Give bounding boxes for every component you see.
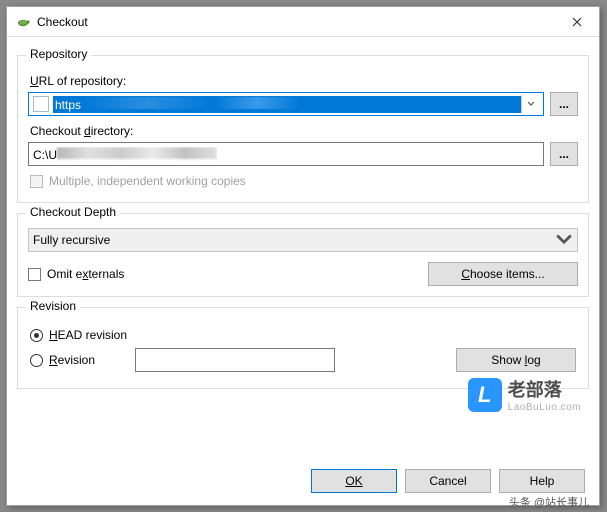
directory-textbox[interactable]: C:\U [28, 142, 544, 166]
revision-radio[interactable] [30, 354, 43, 367]
window-title: Checkout [37, 15, 554, 29]
titlebar: Checkout [7, 7, 599, 37]
directory-browse-button[interactable]: ... [550, 142, 578, 166]
choose-items-button[interactable]: Choose items... [428, 262, 578, 286]
depth-group-label: Checkout Depth [26, 205, 120, 219]
url-dropdown-button[interactable] [521, 95, 539, 113]
directory-label: Checkout directory: [30, 124, 578, 138]
directory-value: C:\U [33, 147, 217, 162]
checkout-dialog: Checkout Repository URL of repository: h… [6, 6, 600, 506]
url-browse-button[interactable]: ... [550, 92, 578, 116]
omit-externals-checkbox[interactable] [28, 268, 41, 281]
multiple-copies-label: Multiple, independent working copies [49, 174, 246, 188]
multiple-copies-checkbox [30, 175, 43, 188]
revision-input[interactable] [135, 348, 335, 372]
url-value: https [53, 96, 521, 113]
dialog-footer: OK Cancel Help [311, 469, 585, 493]
head-revision-label: HEAD revision [49, 328, 127, 342]
url-combobox[interactable]: https [28, 92, 544, 116]
repository-group-label: Repository [26, 47, 91, 61]
url-label: URL of repository: [30, 74, 578, 88]
signature-text: 头条 @站长事儿 [509, 494, 589, 510]
repository-group: Repository URL of repository: https ... … [17, 55, 589, 203]
depth-value: Fully recursive [33, 233, 555, 247]
depth-dropdown-button[interactable] [555, 231, 573, 249]
app-icon [15, 14, 31, 30]
close-icon [572, 17, 582, 27]
close-button[interactable] [554, 7, 599, 37]
chevron-down-icon [527, 100, 535, 108]
revision-group: Revision HEAD revision Revision Show log [17, 307, 589, 389]
help-button[interactable]: Help [499, 469, 585, 493]
show-log-button[interactable]: Show log [456, 348, 576, 372]
page-icon [33, 96, 49, 112]
checkout-depth-group: Checkout Depth Fully recursive Omit exte… [17, 213, 589, 297]
revision-group-label: Revision [26, 299, 80, 313]
depth-select[interactable]: Fully recursive [28, 228, 578, 252]
revision-label: Revision [49, 353, 129, 367]
omit-externals-label: Omit externals [47, 267, 124, 281]
head-revision-radio[interactable] [30, 329, 43, 342]
cancel-button[interactable]: Cancel [405, 469, 491, 493]
chevron-down-icon [555, 231, 573, 249]
ok-button[interactable]: OK [311, 469, 397, 493]
